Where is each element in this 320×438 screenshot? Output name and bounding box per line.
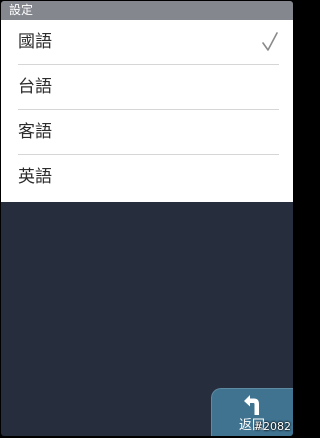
device-screen: 設定 國語 台語 客語 英語 返回 #2082 <box>1 1 293 436</box>
back-arrow-icon <box>244 395 259 415</box>
language-option-hakka[interactable]: 客語 <box>1 110 293 155</box>
page-title: 設定 <box>9 3 34 17</box>
language-option-label: 台語 <box>18 77 52 97</box>
language-list: 國語 台語 客語 英語 <box>1 20 293 202</box>
title-bar: 設定 <box>1 1 293 20</box>
screen-id-label: #2082 <box>253 420 291 433</box>
language-option-label: 客語 <box>18 122 52 142</box>
language-option-english[interactable]: 英語 <box>1 155 293 200</box>
checkmark-icon <box>262 32 278 51</box>
language-option-label: 英語 <box>18 167 52 187</box>
language-option-mandarin[interactable]: 國語 <box>1 20 293 65</box>
language-option-taiwanese[interactable]: 台語 <box>1 65 293 110</box>
language-option-label: 國語 <box>18 32 52 52</box>
